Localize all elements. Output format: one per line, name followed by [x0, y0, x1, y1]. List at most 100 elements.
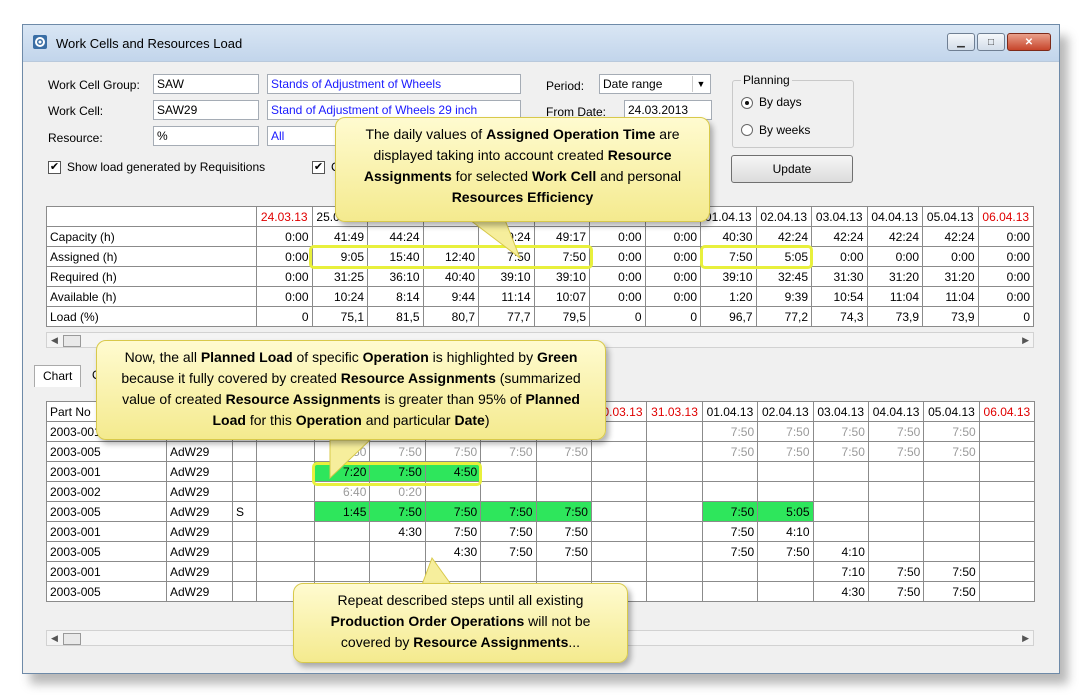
part-no-cell[interactable]: 2003-002 [46, 481, 167, 502]
table-cell[interactable] [701, 581, 759, 602]
date-header[interactable]: 05.04.13 [922, 206, 979, 227]
table-cell[interactable]: 32:45 [755, 266, 812, 287]
table-cell[interactable]: 7:50 [369, 441, 426, 462]
table-cell[interactable]: 42:24 [811, 226, 868, 247]
table-cell[interactable]: 36:10 [367, 266, 424, 287]
work-cell-cell[interactable]: AdW29 [166, 541, 233, 562]
table-cell[interactable]: 4:30 [812, 581, 869, 602]
chevron-down-icon[interactable]: ▼ [692, 76, 709, 92]
table-cell[interactable]: 7:50 [867, 421, 925, 442]
table-cell[interactable]: 0:00 [256, 246, 313, 267]
table-cell[interactable]: 7:50 [867, 561, 925, 582]
table-cell[interactable] [646, 541, 703, 562]
table-cell[interactable] [757, 581, 814, 602]
work-cell-code-input[interactable]: SAW29 [153, 100, 259, 120]
table-cell[interactable]: 79,5 [533, 306, 590, 327]
table-cell[interactable]: 44:24 [367, 226, 424, 247]
table-cell[interactable]: 39:10 [478, 266, 535, 287]
date-header[interactable]: 24.03.13 [256, 206, 313, 227]
table-cell[interactable] [535, 461, 592, 482]
table-cell[interactable] [923, 541, 980, 562]
date-header[interactable]: 05.04.13 [923, 401, 980, 422]
date-header[interactable]: 02.04.13 [755, 206, 812, 227]
table-cell[interactable]: 7:50 [757, 421, 814, 442]
part-no-cell[interactable]: 2003-005 [46, 581, 167, 602]
table-cell[interactable]: 1:45 [313, 501, 371, 522]
table-cell[interactable]: 42:24 [922, 226, 979, 247]
table-cell[interactable] [256, 481, 315, 502]
table-cell[interactable]: 7:50 [535, 521, 592, 542]
table-cell[interactable]: 0:00 [977, 286, 1034, 307]
table-cell[interactable] [867, 481, 925, 502]
table-cell[interactable] [812, 481, 869, 502]
header-corner[interactable] [46, 206, 257, 227]
table-cell[interactable] [232, 581, 257, 602]
table-cell[interactable] [480, 561, 537, 582]
table-cell[interactable] [923, 521, 980, 542]
table-cell[interactable] [978, 581, 1036, 602]
table-cell[interactable]: 75,1 [311, 306, 368, 327]
date-header[interactable]: 06.04.13 [978, 401, 1036, 422]
table-cell[interactable]: 8:14 [367, 286, 424, 307]
minimize-icon[interactable]: ▁ [947, 33, 975, 51]
work-cell-cell[interactable]: AdW29 [166, 461, 233, 482]
table-cell[interactable]: 0:00 [866, 246, 923, 267]
table-cell[interactable] [590, 521, 648, 542]
table-cell[interactable] [313, 521, 371, 542]
table-cell[interactable]: 10:54 [811, 286, 868, 307]
part-no-cell[interactable]: 2003-005 [46, 441, 167, 462]
table-cell[interactable]: 0:00 [977, 226, 1034, 247]
by-weeks-radio[interactable] [741, 124, 753, 136]
part-no-cell[interactable]: 2003-001 [46, 521, 167, 542]
scroll-left-icon[interactable]: ◀ [51, 333, 58, 347]
table-cell[interactable] [978, 421, 1036, 442]
table-cell[interactable]: 31:20 [922, 266, 979, 287]
table-cell[interactable]: 7:50 [313, 441, 371, 462]
table-cell[interactable]: 73,9 [866, 306, 923, 327]
table-cell[interactable]: 0:00 [644, 226, 701, 247]
table-row[interactable]: 2003-005 AdW29 S 1:45 7:50 7:50 7:50 7:50 7:50 5:… [46, 501, 1036, 522]
table-cell[interactable]: 40:30 [700, 226, 757, 247]
close-icon[interactable]: ✕ [1007, 33, 1051, 51]
table-cell[interactable] [646, 461, 703, 482]
table-cell[interactable] [812, 461, 869, 482]
table-cell[interactable] [590, 541, 648, 562]
table-cell[interactable] [701, 481, 759, 502]
table-cell[interactable]: 11:14 [478, 286, 535, 307]
date-header[interactable]: 04.04.13 [866, 206, 923, 227]
table-cell[interactable]: 7:50 [480, 541, 537, 562]
table-cell[interactable]: 0 [589, 306, 646, 327]
table-cell[interactable]: 7:50 [480, 521, 537, 542]
work-cell-cell[interactable]: AdW29 [166, 561, 233, 582]
table-cell[interactable]: 7:50 [923, 421, 980, 442]
table-cell[interactable] [256, 461, 315, 482]
tab-chart[interactable]: Chart [34, 365, 82, 387]
work-cell-group-name-field[interactable]: Stands of Adjustment of Wheels [267, 74, 521, 94]
table-row[interactable]: 2003-002 AdW29 6:40 0:20 [46, 481, 1036, 502]
table-cell[interactable] [313, 561, 371, 582]
table-cell[interactable] [422, 226, 479, 247]
table-cell[interactable] [590, 461, 648, 482]
scroll-left-icon[interactable]: ◀ [51, 631, 58, 645]
table-cell[interactable]: 7:50 [701, 421, 759, 442]
table-cell[interactable] [646, 581, 703, 602]
table-cell[interactable]: 0:00 [977, 266, 1034, 287]
table-cell[interactable]: 42:24 [866, 226, 923, 247]
table-cell[interactable] [812, 521, 869, 542]
table-cell[interactable]: 7:50 [701, 541, 759, 562]
part-no-cell[interactable]: 2003-005 [46, 501, 167, 522]
table-row[interactable]: 2003-005 AdW29 7:50 7:50 7:50 7:50 7:50 7:50 7:5… [46, 441, 1036, 462]
work-cell-cell[interactable]: AdW29 [166, 441, 233, 462]
table-cell[interactable]: 7:50 [535, 441, 592, 462]
table-cell[interactable] [256, 501, 315, 522]
scroll-right-icon[interactable]: ▶ [1022, 333, 1029, 347]
table-cell[interactable]: 7:50 [480, 501, 537, 522]
table-cell[interactable]: 10:24 [311, 286, 368, 307]
table-cell[interactable]: 0:00 [256, 226, 313, 247]
table-cell[interactable]: 7:50 [535, 541, 592, 562]
table-cell[interactable]: S [232, 501, 257, 522]
table-cell[interactable] [256, 441, 315, 462]
work-cell-cell[interactable]: AdW29 [166, 501, 233, 522]
table-cell[interactable] [232, 561, 257, 582]
table-cell[interactable] [480, 461, 537, 482]
